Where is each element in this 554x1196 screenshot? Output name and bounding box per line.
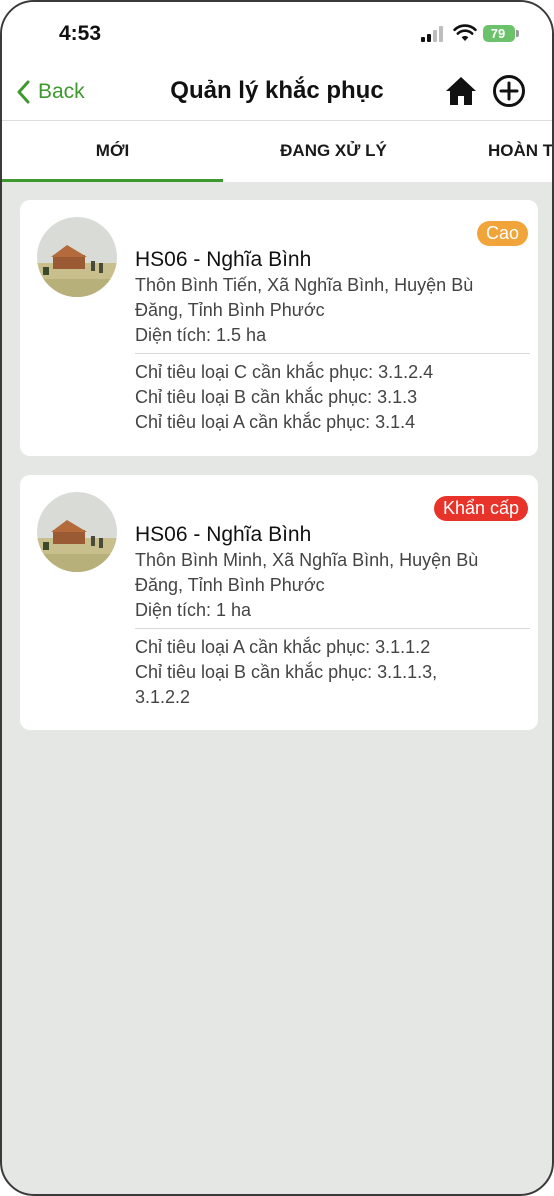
plus-circle-icon[interactable] (492, 74, 526, 108)
tab-completed[interactable]: HOÀN T (488, 121, 552, 182)
list-item[interactable]: Khẩn cấp HS06 - Nghĩa Bình Thôn Bình Min… (20, 475, 538, 730)
criteria-line: 3.1.2.2 (135, 687, 191, 707)
battery-icon: 79 (483, 25, 519, 42)
tab-processing[interactable]: ĐANG XỬ LÝ (223, 121, 444, 182)
wifi-icon (453, 24, 477, 41)
home-icon[interactable] (444, 74, 478, 108)
address-line: Thôn Bình Tiến, Xã Nghĩa Bình, Huyện Bù (135, 275, 474, 295)
site-title: HS06 - Nghĩa Bình (135, 523, 312, 546)
criteria-line: Chỉ tiêu loại A cần khắc phục: 3.1.1.2 (135, 637, 431, 657)
site-thumbnail (37, 217, 117, 297)
criteria-line: Chỉ tiêu loại C cần khắc phục: 3.1.2.4 (135, 362, 434, 382)
active-tab-indicator (2, 179, 223, 182)
site-thumbnail (37, 492, 117, 572)
cellular-signal-icon (421, 26, 447, 42)
issue-list: Cao HS06 - Nghĩa Bình Thôn Bình Tiến, Xã… (20, 200, 538, 749)
area-text: Diện tích: 1 ha (135, 600, 252, 620)
navigation-bar: Back Quản lý khắc phục (2, 64, 552, 120)
divider (135, 353, 530, 354)
battery-level: 79 (490, 26, 506, 41)
address-line: Đăng, Tỉnh Bình Phước (135, 300, 325, 320)
priority-badge: Cao (476, 221, 528, 246)
card-content: HS06 - Nghĩa Bình Thôn Bình Tiến, Xã Ngh… (135, 247, 530, 435)
divider (135, 628, 530, 629)
priority-badge: Khẩn cấp (433, 496, 528, 521)
card-content: HS06 - Nghĩa Bình Thôn Bình Minh, Xã Ngh… (135, 522, 530, 710)
criteria-line: Chỉ tiêu loại A cần khắc phục: 3.1.4 (135, 412, 416, 432)
address-line: Đăng, Tỉnh Bình Phước (135, 575, 325, 595)
status-bar: 4:53 79 (2, 2, 552, 64)
status-time: 4:53 (59, 22, 102, 45)
criteria-line: Chỉ tiêu loại B cần khắc phục: 3.1.3 (135, 387, 418, 407)
area-text: Diện tích: 1.5 ha (135, 325, 267, 345)
tab-new[interactable]: MỚI (2, 121, 223, 182)
criteria-line: Chỉ tiêu loại B cần khắc phục: 3.1.1.3, (135, 662, 438, 682)
tab-bar: MỚI ĐANG XỬ LÝ HOÀN T (2, 120, 552, 182)
address-line: Thôn Bình Minh, Xã Nghĩa Bình, Huyện Bù (135, 550, 479, 570)
list-item[interactable]: Cao HS06 - Nghĩa Bình Thôn Bình Tiến, Xã… (20, 200, 538, 456)
phone-screen: 4:53 79 Back Quản lý khắc phục MỚI ĐANG … (0, 0, 554, 1196)
site-title: HS06 - Nghĩa Bình (135, 248, 312, 271)
